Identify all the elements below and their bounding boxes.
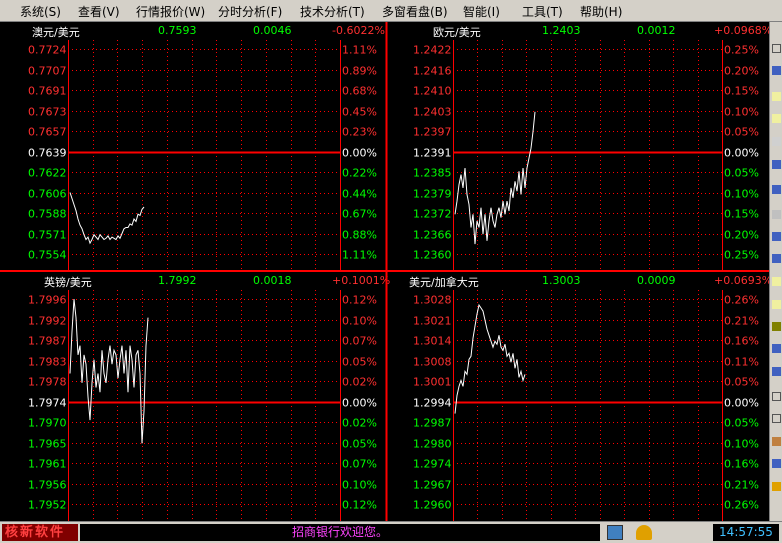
menu-help[interactable]: 帮助(H) bbox=[580, 3, 622, 20]
status-bar: 核新软件 招商银行欢迎您。 14:57:55 bbox=[0, 521, 782, 543]
menu-tools[interactable]: 工具(T) bbox=[522, 3, 563, 20]
network-icon[interactable] bbox=[607, 525, 623, 540]
calc-icon[interactable] bbox=[772, 437, 781, 446]
grid-icon[interactable] bbox=[772, 210, 781, 219]
menu-system[interactable]: 系统(S) bbox=[20, 3, 61, 20]
menu-technical[interactable]: 技术分析(T) bbox=[300, 3, 365, 20]
chart-icon[interactable] bbox=[772, 232, 781, 241]
doc-icon[interactable] bbox=[772, 300, 781, 309]
alarm-icon[interactable] bbox=[772, 482, 781, 491]
bar-icon[interactable] bbox=[772, 344, 781, 353]
right-toolbar bbox=[769, 22, 782, 521]
doc-icon[interactable] bbox=[772, 92, 781, 101]
menu-bar: 系统(S) 查看(V) 行情报价(W) 分时分析(F) 技术分析(T) 多窗看盘… bbox=[0, 0, 782, 22]
doc-icon[interactable] bbox=[772, 277, 781, 286]
menu-quotes[interactable]: 行情报价(W) bbox=[136, 3, 205, 20]
brand-logo: 核新软件 bbox=[2, 524, 78, 541]
bar-icon[interactable] bbox=[772, 160, 781, 169]
chart-icon[interactable] bbox=[772, 254, 781, 263]
bar-icon[interactable] bbox=[772, 367, 781, 376]
menu-view[interactable]: 查看(V) bbox=[78, 3, 120, 20]
chart-icon[interactable] bbox=[772, 66, 781, 75]
clock: 14:57:55 bbox=[713, 524, 779, 541]
menu-multiwindow[interactable]: 多窗看盘(B) bbox=[382, 3, 448, 20]
menu-intraday[interactable]: 分时分析(F) bbox=[218, 3, 282, 20]
doc-icon[interactable] bbox=[772, 114, 781, 123]
panel-separators bbox=[0, 22, 769, 521]
chart-icon[interactable] bbox=[772, 459, 781, 468]
pen-icon[interactable] bbox=[772, 322, 781, 331]
welcome-ticker: 招商银行欢迎您。 bbox=[80, 524, 600, 541]
arrow-icon[interactable] bbox=[772, 44, 781, 53]
bell-icon[interactable] bbox=[636, 525, 652, 540]
doc-icon[interactable] bbox=[772, 137, 781, 146]
menu-smart[interactable]: 智能(I) bbox=[463, 3, 500, 20]
cursor-icon[interactable] bbox=[772, 392, 781, 401]
letter-icon[interactable] bbox=[772, 414, 781, 423]
bar-icon[interactable] bbox=[772, 185, 781, 194]
